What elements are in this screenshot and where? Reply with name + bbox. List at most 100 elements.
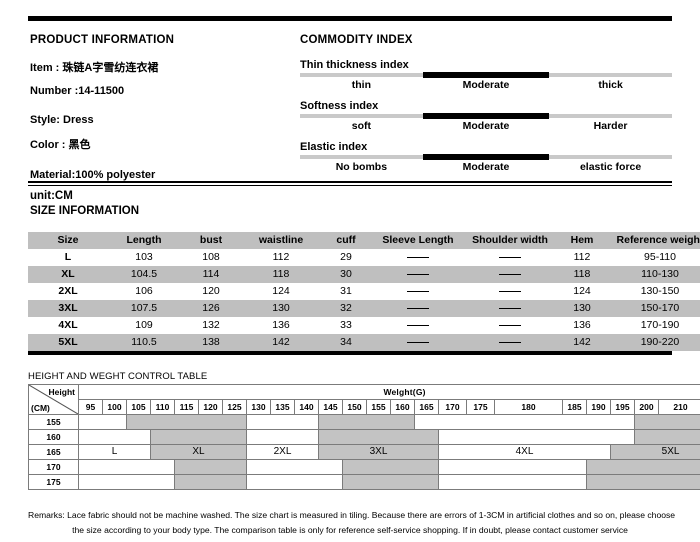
- weight-tick-label: 180: [494, 399, 563, 415]
- measure-cell: 31: [340, 285, 352, 297]
- empty-dash: [499, 307, 521, 309]
- gauge-tick-high: thick: [598, 79, 623, 91]
- measure-cell: 95-110: [644, 251, 676, 263]
- size-table-col-header: Shoulder width: [472, 234, 548, 246]
- gauge-softness-index: Softness index soft Moderate Harder: [300, 100, 672, 132]
- height-weight-grid-row: 170: [28, 459, 700, 475]
- size-region-cell: [585, 459, 700, 475]
- measure-cell: [372, 266, 464, 283]
- height-weight-corner-cell: Height (CM): [28, 384, 79, 415]
- remarks-block: Remarks: Lace fabric should not be machi…: [28, 508, 675, 537]
- weight-tick-row: 95 100 105 110 115 120 125 130 135 140 145 150 155 16…: [29, 399, 700, 415]
- measure-cell: 120: [202, 285, 220, 297]
- size-table-col-header: Reference weight: [616, 234, 700, 246]
- measure-cell: 109: [135, 319, 153, 331]
- gauge-tick-high: Harder: [593, 120, 628, 132]
- height-weight-grid-row: 160: [28, 429, 700, 445]
- empty-dash: [499, 324, 521, 326]
- size-table-col-header: Length: [126, 234, 162, 246]
- size-region-2xl: 2XL: [246, 444, 319, 460]
- gauge-tick-mid: Moderate: [462, 79, 510, 91]
- measure-cell: 34: [340, 336, 352, 348]
- measure-cell: 136: [573, 319, 591, 331]
- size-region-cell: [438, 459, 587, 475]
- table-row: 3XL 107.5 126 130 32 130 150-170: [28, 300, 700, 317]
- top-divider-rule: [28, 16, 672, 21]
- measure-cell: [372, 300, 464, 317]
- size-cell: 5XL: [58, 336, 78, 348]
- size-region-cell: [150, 429, 247, 445]
- gauge-track: [300, 72, 672, 78]
- size-region-cell: [342, 459, 439, 475]
- weight-tick-label: 150: [342, 399, 367, 415]
- measure-cell: 110-130: [641, 268, 679, 280]
- measure-cell: 106: [135, 285, 153, 297]
- weight-tick-label: 185: [562, 399, 587, 415]
- height-weight-table-wrap: Height (CM) Welght(G) 95 100 105 110 115 120 125 1…: [28, 384, 700, 490]
- table-row: XL 104.5 114 118 30 118 110-130: [28, 266, 700, 283]
- gauge-tick-labels: soft Moderate Harder: [300, 120, 672, 132]
- measure-cell: 32: [340, 302, 352, 314]
- gauge-tick-mid: Moderate: [462, 120, 510, 132]
- size-cell: 2XL: [58, 285, 78, 297]
- empty-dash: [407, 256, 429, 258]
- measure-cell: [464, 300, 556, 317]
- measure-cell: [464, 334, 556, 351]
- size-cell: L: [64, 251, 72, 263]
- size-region-cell: [174, 459, 247, 475]
- size-region-cell: [78, 414, 127, 430]
- size-table-col-header: bust: [199, 234, 223, 246]
- weight-tick-label: 155: [366, 399, 391, 415]
- empty-dash: [407, 290, 429, 292]
- size-cell: 4XL: [58, 319, 78, 331]
- weight-tick-label: 135: [270, 399, 295, 415]
- size-region-cell: [246, 414, 319, 430]
- empty-dash: [407, 341, 429, 343]
- size-region-cell: [246, 459, 343, 475]
- size-region-cell: [438, 429, 635, 445]
- weight-tick-label: 200: [634, 399, 659, 415]
- gauge-tick-labels: No bombs Moderate elastic force: [300, 161, 672, 173]
- measure-cell: 107.5: [130, 302, 158, 314]
- size-table-col-header: cuff: [336, 234, 356, 246]
- gauge-label: Thin thickness index: [300, 59, 409, 71]
- height-row-label: 160: [28, 429, 79, 445]
- weight-tick-label: 140: [294, 399, 319, 415]
- gauge-fill-moderate: [422, 72, 550, 78]
- size-region-cell: [585, 474, 700, 490]
- weight-tick-label: 115: [174, 399, 199, 415]
- measure-cell: 130: [272, 302, 290, 314]
- product-information-heading: PRODUCT INFORMATION: [30, 34, 175, 46]
- measure-cell: 114: [202, 268, 220, 280]
- measure-cell: [372, 317, 464, 334]
- weight-tick-label: 160: [390, 399, 415, 415]
- size-region-cell: [438, 474, 587, 490]
- size-region-cell: [318, 414, 415, 430]
- gauge-track: [300, 154, 672, 160]
- size-region-5xl: 5XL: [609, 444, 700, 460]
- measure-cell: 103: [135, 251, 153, 263]
- measure-cell: 112: [272, 251, 290, 263]
- weight-tick-label: 165: [414, 399, 439, 415]
- size-table-header-row: Size Length bust waistline cuff Sleeve Length…: [28, 232, 700, 249]
- measure-cell: 118: [272, 268, 290, 280]
- measure-cell: [372, 283, 464, 300]
- size-region-cell: [414, 414, 635, 430]
- measure-cell: 132: [202, 319, 220, 331]
- measure-cell: 33: [340, 319, 352, 331]
- commodity-index-heading: COMMODITY INDEX: [300, 34, 413, 46]
- measure-cell: 108: [202, 251, 220, 263]
- gauge-label: Softness index: [300, 100, 379, 112]
- empty-dash: [407, 273, 429, 275]
- weight-tick-label: 170: [438, 399, 467, 415]
- measure-cell: 130: [573, 302, 591, 314]
- size-table-col-header: Sleeve Length: [382, 234, 454, 246]
- product-material-line: Material:100% polyester: [30, 169, 156, 181]
- remarks-line-2: the size according to your body type. Th…: [72, 524, 628, 535]
- weight-tick-label: 145: [318, 399, 343, 415]
- size-section-header: unit:CM SIZE INFORMATION: [30, 190, 139, 217]
- measure-cell: 138: [202, 336, 220, 348]
- height-weight-grid-row: 175: [28, 474, 700, 490]
- product-color-line: Color : 黑色: [30, 139, 91, 151]
- measure-cell: 112: [573, 251, 591, 263]
